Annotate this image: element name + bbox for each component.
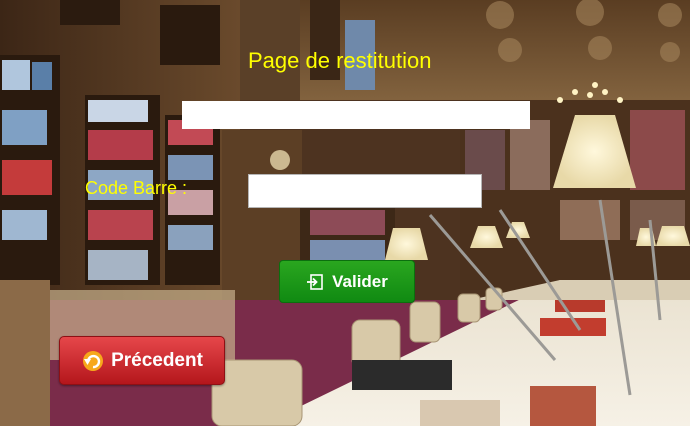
precedent-button[interactable]: Précedent	[59, 336, 225, 385]
page-title: Page de restitution	[248, 48, 432, 73]
code-barre-input[interactable]	[248, 174, 482, 208]
code-barre-label: Code Barre :	[85, 178, 188, 198]
undo-arrow-icon	[81, 350, 105, 372]
valider-button-label: Valider	[332, 271, 388, 291]
blank-white-banner	[182, 101, 530, 129]
precedent-button-label: Précedent	[111, 349, 203, 371]
sign-in-icon	[306, 273, 324, 291]
valider-button[interactable]: Valider	[279, 260, 415, 303]
